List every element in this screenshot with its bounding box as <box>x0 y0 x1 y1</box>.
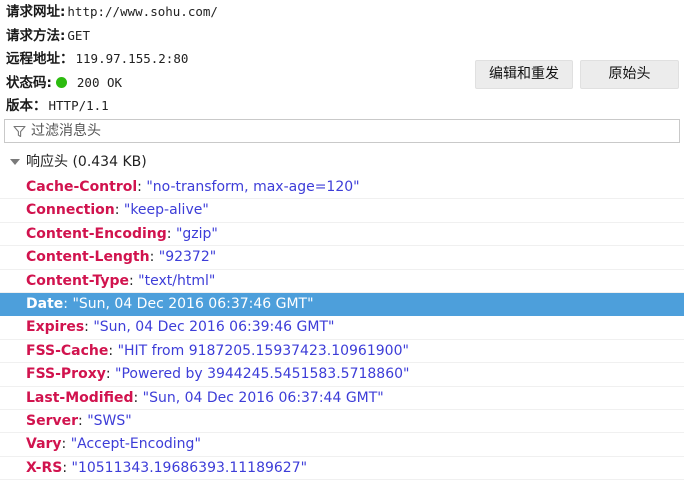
edit-and-resend-button[interactable]: 编辑和重发 <box>475 60 573 89</box>
header-separator: : <box>105 366 116 383</box>
expand-triangle-icon[interactable] <box>10 159 20 165</box>
header-row[interactable]: FSS-Cache: "HIT from 9187205.15937423.10… <box>0 340 684 364</box>
response-headers-section[interactable]: 响应头 (0.434 KB) <box>0 151 684 173</box>
http-version-row: 版本： HTTP/1.1 <box>6 94 466 118</box>
http-version-value: HTTP/1.1 <box>48 98 109 114</box>
remote-address-label: 远程地址： <box>6 51 74 68</box>
header-separator: : <box>61 436 71 453</box>
header-row[interactable]: Vary: "Accept-Encoding" <box>0 433 684 457</box>
header-name: Content-Encoding <box>26 225 167 242</box>
http-version-label: 版本： <box>6 98 47 115</box>
header-row[interactable]: FSS-Proxy: "Powered by 3944245.5451583.5… <box>0 363 684 387</box>
header-value: "92372" <box>158 249 217 266</box>
response-headers-label: 响应头 (0.434 KB) <box>26 154 147 170</box>
header-row[interactable]: Expires: "Sun, 04 Dec 2016 06:39:46 GMT" <box>0 316 684 340</box>
request-method-row: 请求方法: GET <box>6 24 466 48</box>
header-value: "gzip" <box>175 225 218 242</box>
header-row[interactable]: Date: "Sun, 04 Dec 2016 06:37:46 GMT" <box>0 292 684 317</box>
header-value: "10511343.19686393.11189627" <box>71 459 308 476</box>
request-summary: 请求网址: http://www.sohu.com/ 请求方法: GET 远程地址：… <box>6 0 466 118</box>
header-name: Content-Length <box>26 249 150 266</box>
remote-address-value: 119.97.155.2:80 <box>75 51 189 67</box>
header-separator: : <box>129 272 139 289</box>
header-row[interactable]: Last-Modified: "Sun, 04 Dec 2016 06:37:4… <box>0 387 684 410</box>
header-separator: : <box>166 225 176 242</box>
header-name: Content-Type <box>26 272 129 289</box>
request-url-label: 请求网址: <box>6 4 66 20</box>
header-separator: : <box>133 389 143 406</box>
header-row[interactable]: Cache-Control: "no-transform, max-age=12… <box>0 176 684 200</box>
header-name: Vary <box>26 436 62 453</box>
status-code-label: 状态码: <box>6 74 52 91</box>
request-url-value: http://www.sohu.com/ <box>67 4 218 19</box>
remote-address-row: 远程地址： 119.97.155.2:80 <box>6 47 466 71</box>
header-name: FSS-Proxy <box>26 366 106 383</box>
header-separator: : <box>108 342 118 359</box>
request-method-value: GET <box>67 27 90 43</box>
header-separator: : <box>149 249 159 266</box>
header-row[interactable]: Connection: "keep-alive" <box>0 199 684 223</box>
header-name: Last-Modified <box>26 389 134 406</box>
request-method-label: 请求方法: <box>6 27 66 44</box>
header-separator: : <box>78 412 88 429</box>
header-name: Cache-Control <box>26 179 138 195</box>
header-value: "text/html" <box>138 272 216 289</box>
response-headers-list: Cache-Control: "no-transform, max-age=12… <box>0 176 684 481</box>
filter-icon <box>13 125 26 138</box>
filter-headers-box[interactable] <box>4 119 680 143</box>
header-value: "no-transform, max-age=120" <box>146 179 360 195</box>
header-row[interactable]: Content-Type: "text/html" <box>0 270 684 293</box>
header-row[interactable]: Server: "SWS" <box>0 410 684 434</box>
header-separator: : <box>84 319 94 336</box>
header-value: "Sun, 04 Dec 2016 06:37:46 GMT" <box>72 295 314 312</box>
header-separator: : <box>137 179 147 195</box>
filter-headers-input[interactable] <box>31 120 671 142</box>
header-separator: : <box>62 459 72 476</box>
header-name: Expires <box>26 319 85 336</box>
status-code-row: 状态码: 200 OK <box>6 71 466 95</box>
header-name: Date <box>26 295 64 312</box>
header-row[interactable]: X-RS: "10511343.19686393.11189627" <box>0 457 684 481</box>
header-separator: : <box>114 202 124 219</box>
raw-headers-button[interactable]: 原始头 <box>580 60 679 89</box>
header-name: FSS-Cache <box>26 342 109 359</box>
request-url-row: 请求网址: http://www.sohu.com/ <box>6 0 466 24</box>
header-row[interactable]: Content-Length: "92372" <box>0 246 684 270</box>
header-value: "SWS" <box>87 412 132 429</box>
header-value: "Sun, 04 Dec 2016 06:37:44 GMT" <box>142 389 384 406</box>
header-name: X-RS <box>26 459 63 476</box>
header-name: Connection <box>26 202 115 219</box>
header-value: "Accept-Encoding" <box>70 436 201 453</box>
header-value: "Powered by 3944245.5451583.5718860" <box>115 366 410 383</box>
status-code-value: 200 OK <box>76 74 123 90</box>
status-ok-dot-icon <box>55 76 67 88</box>
header-value: "keep-alive" <box>123 202 209 219</box>
header-row[interactable]: Content-Encoding: "gzip" <box>0 223 684 247</box>
header-value: "Sun, 04 Dec 2016 06:39:46 GMT" <box>93 319 335 336</box>
header-value: "HIT from 9187205.15937423.10961900" <box>117 342 409 359</box>
header-name: Server <box>26 412 79 429</box>
